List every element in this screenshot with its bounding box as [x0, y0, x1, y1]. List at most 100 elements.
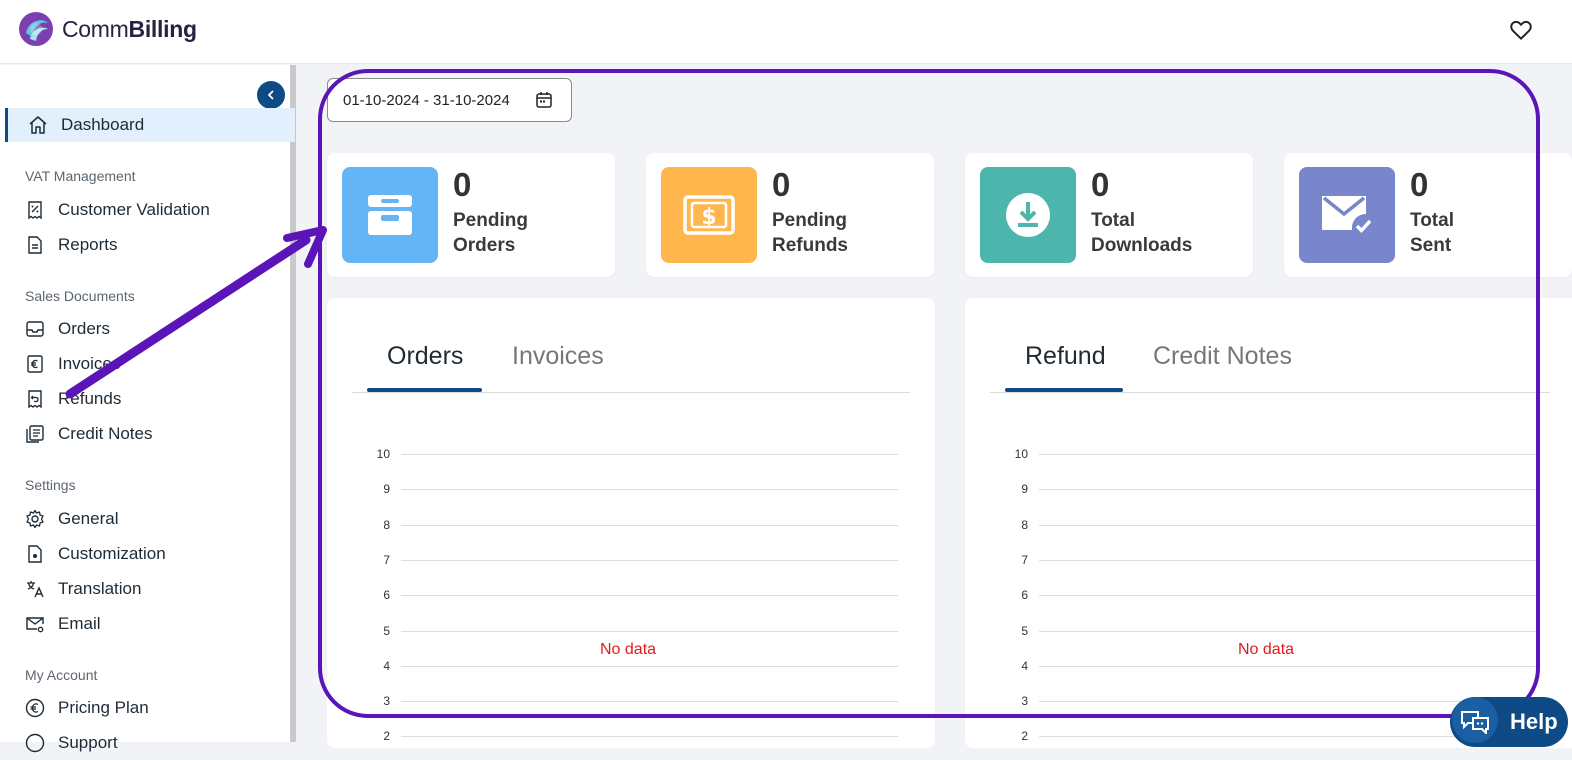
- grid-line: [401, 454, 898, 455]
- heart-icon[interactable]: [1508, 17, 1534, 43]
- y-axis-tick-label: 6: [1021, 588, 1028, 603]
- sidebar-item-orders[interactable]: Orders: [0, 312, 290, 346]
- y-axis-tick-label: 10: [1014, 447, 1028, 461]
- sidebar-item-label: Customer Validation: [58, 200, 210, 219]
- y-axis-tick-label: 4: [1021, 658, 1028, 673]
- stat-value: 0: [772, 166, 791, 203]
- section-sales-documents: Sales Documents: [25, 288, 135, 304]
- collapse-sidebar-button[interactable]: [257, 81, 285, 109]
- logo[interactable]: CommBilling: [18, 11, 197, 47]
- stat-tile: [980, 167, 1076, 263]
- euro-document-icon: [27, 355, 43, 373]
- receipt-percent-icon: [28, 201, 42, 220]
- grid-line: [1039, 665, 1539, 667]
- y-axis-tick-label: 6: [383, 588, 390, 603]
- y-axis-tick-label: 2: [383, 729, 390, 744]
- translate-icon: [27, 581, 44, 598]
- y-axis-tick-label: 5: [383, 623, 390, 638]
- sidebar-item-general[interactable]: General: [0, 502, 290, 536]
- y-axis-tick-label: 4: [383, 658, 390, 673]
- chevron-left-icon: [267, 90, 274, 100]
- section-vat-management: VAT Management: [25, 168, 136, 184]
- grid-line: [1039, 595, 1539, 597]
- y-axis-tick-label: 2: [1021, 729, 1028, 744]
- sidebar-item-pricing-plan[interactable]: Pricing Plan: [0, 691, 290, 725]
- stat-label: Total: [1091, 210, 1135, 231]
- y-axis-tick-label: 8: [383, 517, 390, 532]
- stat-tile: $: [661, 167, 757, 263]
- stat-label: Total: [1410, 210, 1454, 231]
- stat-card-total-sent[interactable]: 0 Total Sent: [1284, 153, 1572, 277]
- sidebar-scrollbar[interactable]: [290, 65, 296, 742]
- tab-refund[interactable]: Refund: [1025, 342, 1106, 371]
- document-gear-icon: [28, 545, 42, 563]
- orders-invoices-panel: Orders Invoices No data 10 9 8 7 6 5 4 3 2: [327, 298, 935, 748]
- home-icon: [29, 116, 47, 134]
- grid-line: [1039, 524, 1539, 526]
- stat-card-pending-orders[interactable]: 0 Pending Orders: [327, 153, 615, 277]
- grid-line: [401, 595, 898, 597]
- section-settings: Settings: [25, 477, 76, 493]
- grid-line: [401, 665, 898, 667]
- stat-value: 0: [453, 166, 472, 203]
- y-axis-tick-label: 7: [383, 552, 390, 567]
- sidebar-item-label: General: [58, 509, 119, 528]
- y-axis-tick-label: 10: [376, 447, 390, 461]
- sidebar-item-label: Credit Notes: [58, 424, 153, 443]
- tab-invoices[interactable]: Invoices: [512, 342, 604, 371]
- help-button[interactable]: Help: [1450, 697, 1568, 747]
- sidebar-item-customization[interactable]: Customization: [0, 537, 290, 571]
- grid-line: [1039, 630, 1539, 632]
- sidebar-item-customer-validation[interactable]: Customer Validation: [0, 193, 290, 227]
- stat-label: Pending: [453, 210, 528, 231]
- grid-line: [401, 630, 898, 632]
- help-label: Help: [1510, 709, 1558, 734]
- sidebar-item-invoices[interactable]: Invoices: [0, 347, 290, 381]
- section-my-account: My Account: [25, 667, 98, 683]
- grid-line: [1039, 559, 1539, 561]
- gear-icon: [26, 509, 44, 529]
- grid-line: [401, 524, 898, 526]
- stat-tile: [1299, 167, 1395, 263]
- inbox-tray-icon: [368, 195, 412, 235]
- y-axis-tick-label: 3: [1021, 694, 1028, 709]
- mail-gear-icon: [26, 617, 44, 633]
- stat-card-total-downloads[interactable]: 0 Total Downloads: [965, 153, 1253, 277]
- stat-label: Orders: [453, 235, 516, 256]
- sidebar-item-credit-notes[interactable]: Credit Notes: [0, 417, 290, 451]
- sidebar-item-refunds[interactable]: Refunds: [0, 382, 290, 416]
- sidebar-item-support[interactable]: Support: [0, 726, 290, 760]
- sidebar-item-translation[interactable]: Translation: [0, 572, 290, 606]
- sidebar-item-label: Dashboard: [61, 115, 145, 134]
- mail-check-icon: [1322, 196, 1373, 236]
- download-icon: [1006, 193, 1050, 237]
- no-data-label: No data: [1238, 641, 1295, 658]
- grid-line: [401, 489, 898, 491]
- logo-text: CommBilling: [62, 15, 197, 42]
- tab-credit-notes[interactable]: Credit Notes: [1153, 342, 1292, 371]
- sidebar-item-label: Email: [58, 614, 101, 633]
- chat-bubbles-icon: [1452, 697, 1498, 743]
- stat-label: Downloads: [1091, 235, 1193, 256]
- stat-card-pending-refunds[interactable]: $ 0 Pending Refunds: [646, 153, 934, 277]
- y-axis-tick-label: 5: [1021, 623, 1028, 638]
- date-range-picker[interactable]: 01-10-2024 - 31-10-2024: [327, 78, 572, 122]
- tab-divider: [352, 392, 910, 393]
- tab-orders[interactable]: Orders: [387, 342, 463, 371]
- grid-line: [401, 736, 898, 738]
- logo-icon: [19, 12, 53, 46]
- sidebar-item-email[interactable]: Email: [0, 607, 290, 641]
- sidebar-item-reports[interactable]: Reports: [0, 228, 290, 262]
- sidebar-item-label: Support: [58, 733, 118, 752]
- calendar-icon: [536, 92, 552, 108]
- sidebar-item-label: Reports: [58, 235, 118, 254]
- receipt-refund-icon: [28, 390, 42, 409]
- y-axis-tick-label: 8: [1021, 517, 1028, 532]
- svg-text:$: $: [701, 205, 716, 230]
- sidebar-item-dashboard[interactable]: Dashboard: [5, 108, 295, 142]
- stat-label: Pending: [772, 210, 847, 231]
- stat-value: 0: [1091, 166, 1110, 203]
- stat-value: 0: [1410, 166, 1429, 203]
- grid-line: [1039, 454, 1539, 455]
- grid-line: [401, 559, 898, 561]
